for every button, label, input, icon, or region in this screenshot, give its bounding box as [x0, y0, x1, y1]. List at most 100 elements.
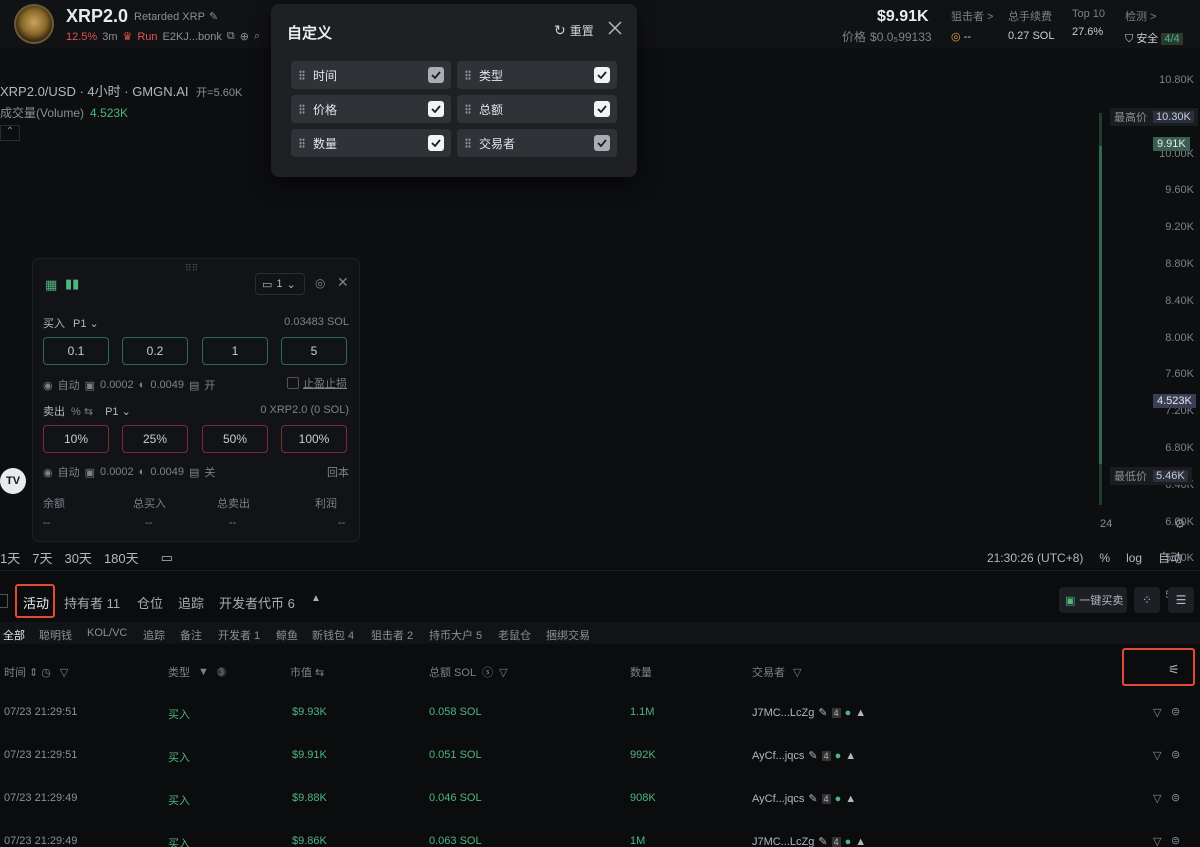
range-180d[interactable]: 180天 — [104, 548, 139, 567]
sell-settings[interactable]: ◉ 自动 ▣ 0.0002 ◐ 0.0049 ▤ 关 — [43, 464, 215, 480]
bar-chart-icon[interactable]: ▮▮ — [65, 276, 79, 292]
buy-amount-button[interactable]: 1 — [202, 337, 268, 365]
grid-icon[interactable]: ▦ — [45, 277, 57, 293]
collapse-indicator-button[interactable]: ⌃ — [0, 125, 20, 141]
filter-icon[interactable]: ▽ — [1153, 792, 1161, 805]
filter-bundles[interactable]: 捆绑交易 — [546, 627, 590, 643]
more-icon[interactable]: ⊜ — [1171, 705, 1180, 718]
column-option[interactable]: 时间 — [291, 61, 451, 89]
filter-whale[interactable]: 鲸鱼 — [276, 627, 298, 643]
drag-handle-icon[interactable] — [465, 104, 471, 114]
table-row[interactable]: 07/23 21:29:51 买入 $9.91K 0.051 SOL 992K AyCf.… — [0, 735, 1200, 778]
column-option[interactable]: 交易者 — [457, 129, 617, 157]
close-icon[interactable]: ✕ — [337, 274, 349, 291]
filter-smart-money[interactable]: 聪明钱 — [39, 627, 72, 643]
range-7d[interactable]: 7天 — [32, 548, 52, 567]
buy-preset-select[interactable]: P1 ⌄ — [73, 317, 99, 330]
sell-percent-button[interactable]: 100% — [281, 425, 347, 453]
filter-top-holders[interactable]: 持币大户 5 — [429, 627, 482, 643]
row-trader[interactable]: J7MC...LcZg ✎ 4 ● ▲ — [752, 706, 866, 720]
row-trader[interactable]: AyCf...jqcs ✎ 4 ● ▲ — [752, 749, 856, 763]
settings-icon[interactable]: ⚙ — [1174, 516, 1186, 532]
edit-icon[interactable]: ✎ — [209, 10, 218, 23]
more-icon[interactable]: ⊜ — [1171, 834, 1180, 847]
column-option[interactable]: 总额 — [457, 95, 617, 123]
col-trader[interactable]: 交易者 ▽ — [752, 664, 801, 680]
tab-tracking[interactable]: 追踪 — [178, 593, 204, 612]
more-icon[interactable]: ⊜ — [1171, 748, 1180, 761]
checkbox[interactable] — [594, 135, 610, 151]
list-settings-icon[interactable]: ☰ — [1168, 587, 1194, 613]
sell-percent-button[interactable]: 50% — [202, 425, 268, 453]
tab-positions[interactable]: 仓位 — [137, 593, 163, 612]
edit-icon[interactable]: ✎ — [818, 706, 827, 719]
reset-button[interactable]: ↻ 重置 — [554, 22, 594, 39]
date-range-icon[interactable]: ▭ — [161, 550, 173, 566]
filter-icon[interactable]: ▽ — [60, 666, 68, 679]
filter-icon[interactable]: ▽ — [1153, 835, 1161, 847]
sell-unit-toggle[interactable]: % ⇆ — [71, 405, 93, 418]
filter-kol[interactable]: KOL/VC — [87, 627, 127, 639]
sell-preset-select[interactable]: P1 ⌄ — [105, 405, 131, 418]
checkbox[interactable] — [428, 135, 444, 151]
buy-settings[interactable]: ◉ 自动 ▣ 0.0002 ◐ 0.0049 ▤ 开 — [43, 377, 215, 393]
edit-icon[interactable]: ✎ — [808, 792, 817, 805]
buy-amount-button[interactable]: 0.1 — [43, 337, 109, 365]
collapse-icon[interactable]: ▲ — [311, 593, 321, 604]
checkbox[interactable] — [428, 101, 444, 117]
search-icon[interactable]: ⌕ — [254, 30, 260, 43]
table-row[interactable]: 07/23 21:29:49 买入 $9.88K 0.046 SOL 908K AyCf.… — [0, 778, 1200, 821]
filter-tracking[interactable]: 追踪 — [143, 627, 165, 643]
filter-all[interactable]: 全部 — [3, 627, 25, 643]
row-trader[interactable]: J7MC...LcZg ✎ 4 ● ▲ — [752, 835, 866, 847]
filter-icon[interactable]: ▽ — [793, 666, 801, 679]
checkbox[interactable] — [428, 67, 444, 83]
sell-percent-button[interactable]: 25% — [122, 425, 188, 453]
stop-loss-checkbox[interactable]: 止盈止损 — [287, 375, 347, 391]
buy-amount-button[interactable]: 0.2 — [122, 337, 188, 365]
settings-icon[interactable]: ◎ — [315, 276, 325, 290]
drag-handle-icon[interactable] — [465, 70, 471, 80]
edit-icon[interactable]: ✎ — [808, 749, 817, 762]
table-row[interactable]: 07/23 21:29:51 买入 $9.93K 0.058 SOL 1.1M J7MC.… — [0, 692, 1200, 735]
wallet-select[interactable]: ▭ 1 ⌄ — [255, 273, 305, 295]
filter-developer[interactable]: 开发者 1 — [218, 627, 260, 643]
range-1d[interactable]: 1天 — [0, 548, 20, 567]
edit-icon[interactable]: ✎ — [818, 835, 827, 847]
col-time[interactable]: 时间 ⇕ ◷ ▽ — [4, 664, 68, 680]
more-icon[interactable]: ⊜ — [1171, 791, 1180, 804]
auto-toggle[interactable]: 自动 — [1158, 549, 1182, 566]
filter-insiders[interactable]: 老鼠仓 — [498, 627, 531, 643]
column-option[interactable]: 类型 — [457, 61, 617, 89]
table-row[interactable]: 07/23 21:29:49 买入 $9.86K 0.063 SOL 1M J7MC...… — [0, 821, 1200, 847]
sell-percent-button[interactable]: 10% — [43, 425, 109, 453]
col-market-cap[interactable]: 市值 ⇆ — [290, 664, 324, 680]
row-trader[interactable]: AyCf...jqcs ✎ 4 ● ▲ — [752, 792, 856, 806]
filter-sniper[interactable]: 狙击者 2 — [371, 627, 413, 643]
copy-icon[interactable]: ⧉ — [227, 30, 235, 43]
sniper-stat[interactable]: 狙击者 > ◎ -- — [951, 8, 993, 43]
filter-notes[interactable]: 备注 — [180, 627, 202, 643]
column-option[interactable]: 价格 — [291, 95, 451, 123]
sidebar-toggle-icon[interactable] — [0, 594, 8, 608]
cost-basis-button[interactable]: 回本 — [327, 464, 349, 480]
col-type[interactable]: 类型 ▼ 3 — [168, 664, 226, 680]
percent-toggle[interactable]: % — [1099, 551, 1110, 565]
col-total[interactable]: 总额 SOL ⓢ ▽ — [429, 664, 508, 680]
checkbox[interactable] — [594, 101, 610, 117]
bubble-map-icon[interactable]: ⁘ — [1134, 587, 1160, 613]
range-30d[interactable]: 30天 — [64, 548, 91, 567]
drag-handle-icon[interactable] — [299, 104, 305, 114]
tab-dev-tokens[interactable]: 开发者代币 6 — [219, 593, 295, 612]
filter-icon[interactable]: ▽ — [1153, 706, 1161, 719]
drag-handle-icon[interactable] — [299, 138, 305, 148]
filter-icon[interactable]: ▽ — [1153, 749, 1161, 762]
log-toggle[interactable]: log — [1126, 551, 1142, 565]
filter-icon[interactable]: ▽ — [499, 666, 507, 679]
buy-amount-button[interactable]: 5 — [281, 337, 347, 365]
checkbox[interactable] — [594, 67, 610, 83]
filter-new-wallet[interactable]: 新钱包 4 — [312, 627, 354, 643]
drag-handle-icon[interactable] — [299, 70, 305, 80]
one-click-trade-button[interactable]: ▣ 一键买卖 — [1059, 587, 1127, 613]
drag-handle[interactable]: ⠿⠿ — [185, 263, 198, 274]
